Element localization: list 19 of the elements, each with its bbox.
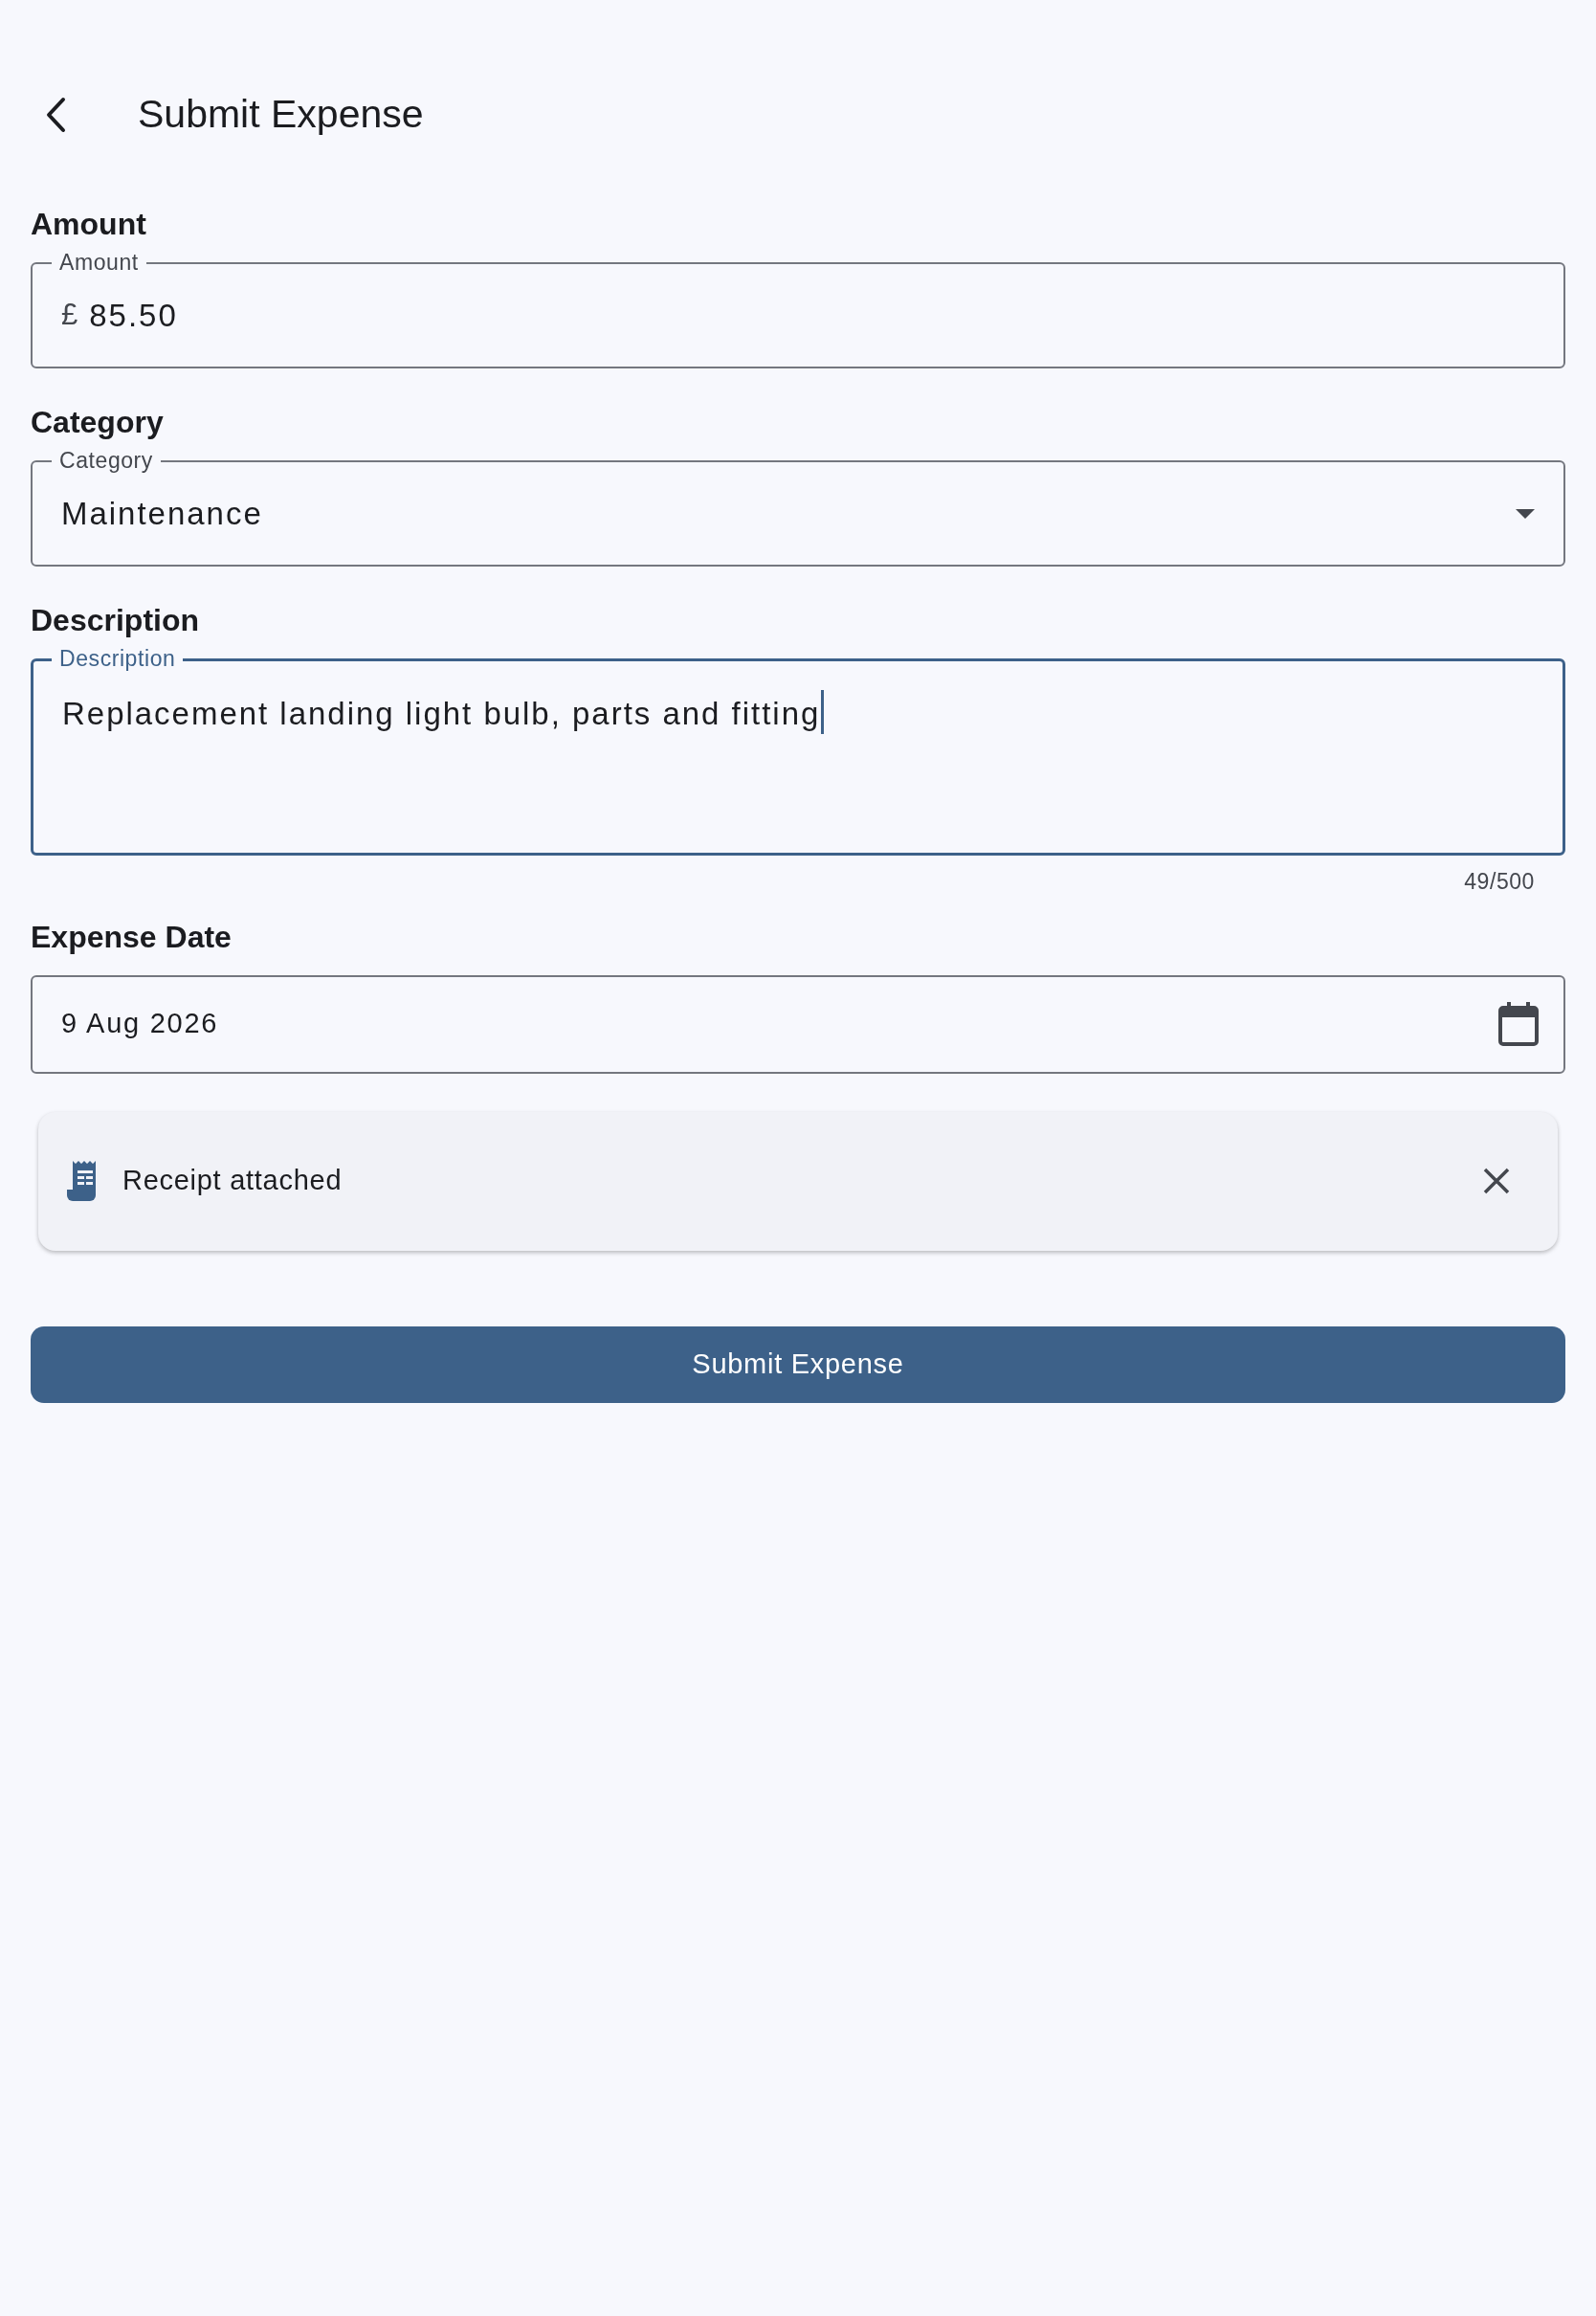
section-heading: Category bbox=[31, 407, 164, 437]
calendar-icon[interactable] bbox=[1498, 1002, 1539, 1046]
close-icon bbox=[1483, 1168, 1510, 1194]
page-title: Submit Expense bbox=[138, 91, 424, 139]
field-value: 85.50 bbox=[89, 296, 178, 335]
section-heading: Expense Date bbox=[31, 921, 232, 952]
floating-label: Description bbox=[52, 646, 184, 671]
text-cursor bbox=[821, 690, 825, 734]
receipt-status: Receipt attached bbox=[122, 1164, 343, 1198]
field-value: 9 Aug 2026 bbox=[61, 1007, 219, 1041]
dropdown-caret-icon bbox=[1516, 508, 1535, 519]
field-value: Replacement landing light bulb, parts and fitting bbox=[62, 695, 821, 733]
field-value: Maintenance bbox=[61, 494, 263, 533]
date-field[interactable]: 9 Aug 2026 bbox=[31, 974, 1565, 1074]
submit-button[interactable]: Submit Expense bbox=[31, 1325, 1565, 1403]
currency-prefix: £ bbox=[61, 297, 78, 334]
character-counter: 49/500 bbox=[1464, 868, 1535, 896]
section-heading: Description bbox=[31, 605, 200, 635]
section-heading: Amount bbox=[31, 209, 146, 239]
